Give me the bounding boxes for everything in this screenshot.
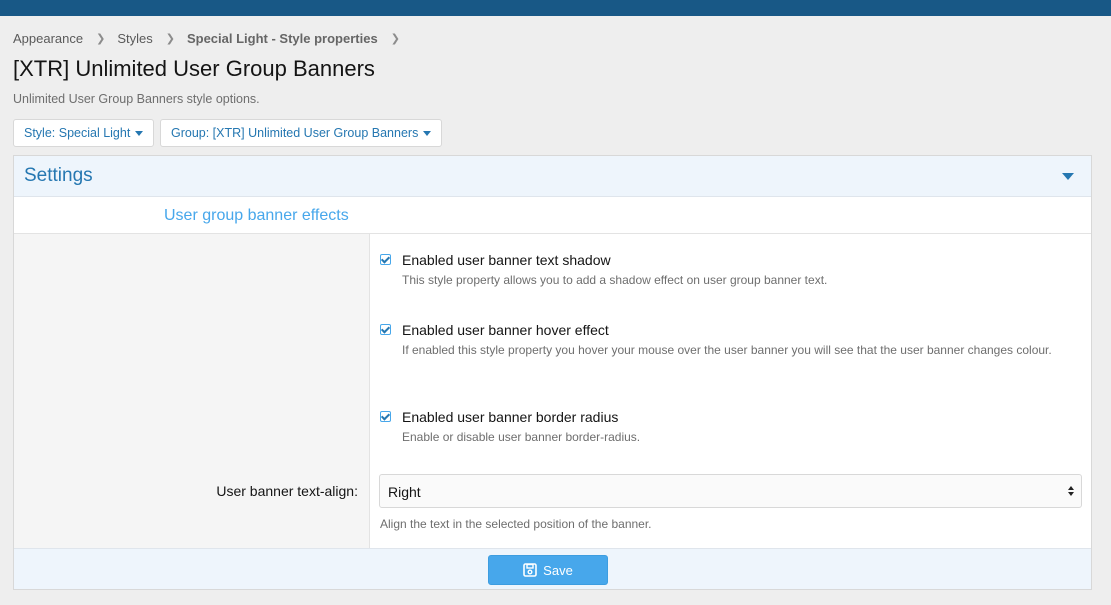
section-header: User group banner effects	[14, 197, 1091, 234]
border-radius-checkbox[interactable]	[380, 411, 391, 422]
top-navigation-bar	[0, 0, 1111, 16]
text-align-select[interactable]: Right	[379, 474, 1082, 508]
hover-effect-checkbox[interactable]	[380, 324, 391, 335]
border-radius-label[interactable]: Enabled user banner border radius	[402, 409, 618, 425]
page-description: Unlimited User Group Banners style optio…	[13, 92, 260, 106]
hover-effect-hint: If enabled this style property you hover…	[402, 343, 1052, 357]
text-align-value: Right	[388, 484, 421, 500]
breadcrumb-styles[interactable]: Styles	[117, 31, 152, 46]
breadcrumb-appearance[interactable]: Appearance	[13, 31, 83, 46]
caret-down-icon	[423, 130, 432, 136]
text-shadow-checkbox[interactable]	[380, 254, 391, 265]
collapse-toggle-icon[interactable]	[1062, 173, 1074, 180]
breadcrumb: Appearance ❯ Styles ❯ Special Light - St…	[13, 28, 412, 48]
caret-down-icon	[135, 130, 144, 136]
text-align-hint: Align the text in the selected position …	[380, 517, 652, 531]
text-shadow-label[interactable]: Enabled user banner text shadow	[402, 252, 611, 268]
group-filter-label: Group: [XTR] Unlimited User Group Banner…	[171, 126, 419, 140]
border-radius-hint: Enable or disable user banner border-rad…	[402, 430, 641, 444]
page-title: [XTR] Unlimited User Group Banners	[13, 56, 375, 81]
style-filter-label: Style: Special Light	[24, 126, 131, 140]
chevron-right-icon: ❯	[390, 32, 400, 45]
hover-effect-label[interactable]: Enabled user banner hover effect	[402, 322, 609, 338]
style-filter-button[interactable]: Style: Special Light	[13, 119, 155, 147]
select-arrows-icon	[1068, 483, 1076, 499]
save-label: Save	[543, 562, 573, 578]
settings-title: Settings	[24, 165, 93, 186]
save-button[interactable]: Save	[488, 555, 608, 585]
text-align-label: User banner text-align:	[216, 483, 358, 499]
form-footer: Save	[14, 548, 1091, 589]
settings-header[interactable]: Settings	[14, 156, 1091, 197]
settings-block: Settings User group banner effects Enabl…	[13, 155, 1092, 590]
section-title: User group banner effects	[164, 207, 349, 224]
text-shadow-hint: This style property allows you to add a …	[402, 273, 828, 287]
chevron-right-icon: ❯	[96, 32, 106, 45]
group-filter-button[interactable]: Group: [XTR] Unlimited User Group Banner…	[160, 119, 443, 147]
breadcrumb-style-properties[interactable]: Special Light - Style properties	[187, 31, 378, 46]
chevron-right-icon: ❯	[165, 32, 175, 45]
form-label-column	[14, 234, 370, 548]
save-icon	[523, 563, 537, 577]
